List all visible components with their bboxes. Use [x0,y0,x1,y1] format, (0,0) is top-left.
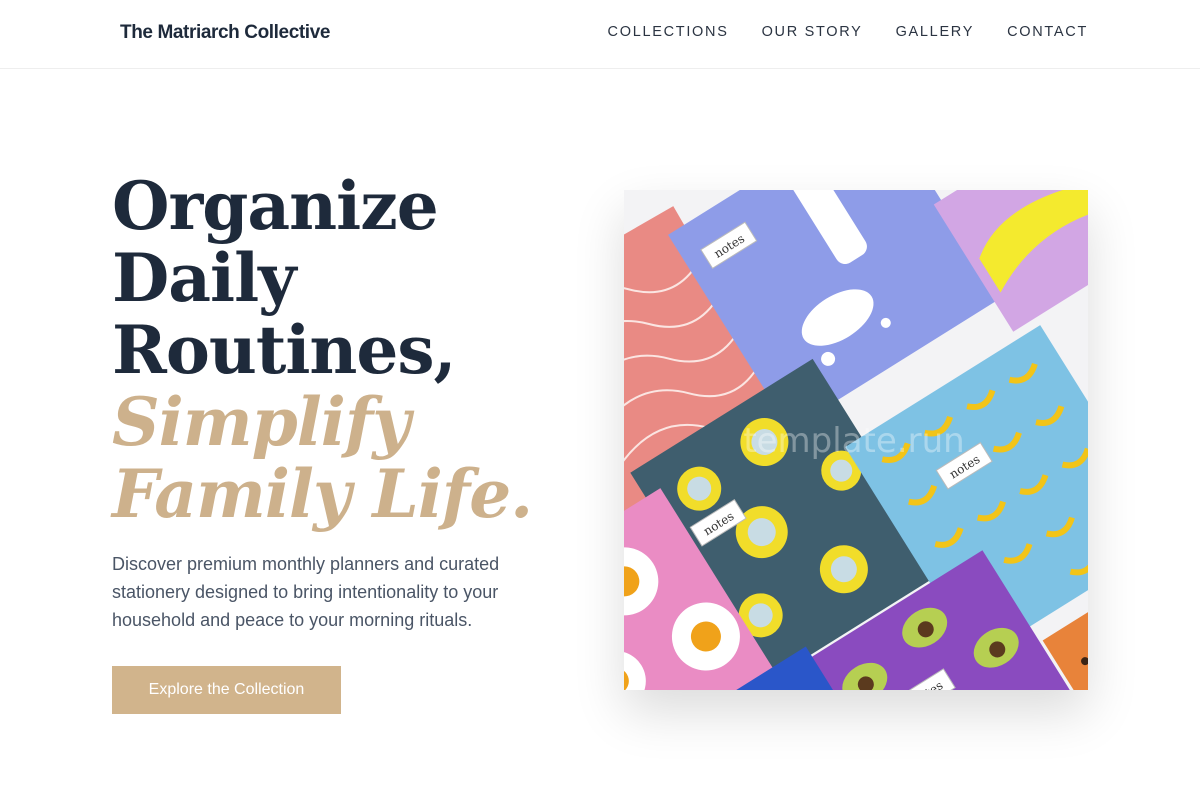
site-header: The Matriarch Collective COLLECTIONS OUR… [0,0,1200,69]
notebooks-illustration: notes notes notes template.run [624,190,1088,690]
explore-collection-button[interactable]: Explore the Collection [112,666,341,714]
nav-link-collections[interactable]: COLLECTIONS [608,24,729,40]
nav-link-contact[interactable]: CONTACT [1007,24,1088,40]
hero-accent-line-2: Family Life. [112,455,533,533]
brand-logo[interactable]: The Matriarch Collective [120,22,330,44]
hero-title-line-1: Organize [112,167,439,245]
hero-title-line-3: Routines, [112,311,457,389]
hero-description: Discover premium monthly planners and cu… [112,554,500,630]
nav-link-gallery[interactable]: GALLERY [896,24,975,40]
main-nav: COLLECTIONS OUR STORY GALLERY CONTACT [608,24,1088,40]
nav-link-our-story[interactable]: OUR STORY [762,24,863,40]
hero-notebooks-image: notes notes notes template.run [624,190,1088,690]
hero-title: Organize Daily Routines, Simplify Family… [112,170,592,530]
hero-accent-line-1: Simplify [112,383,411,461]
hero-title-line-2: Daily [112,239,297,317]
image-watermark: template.run [743,421,964,461]
